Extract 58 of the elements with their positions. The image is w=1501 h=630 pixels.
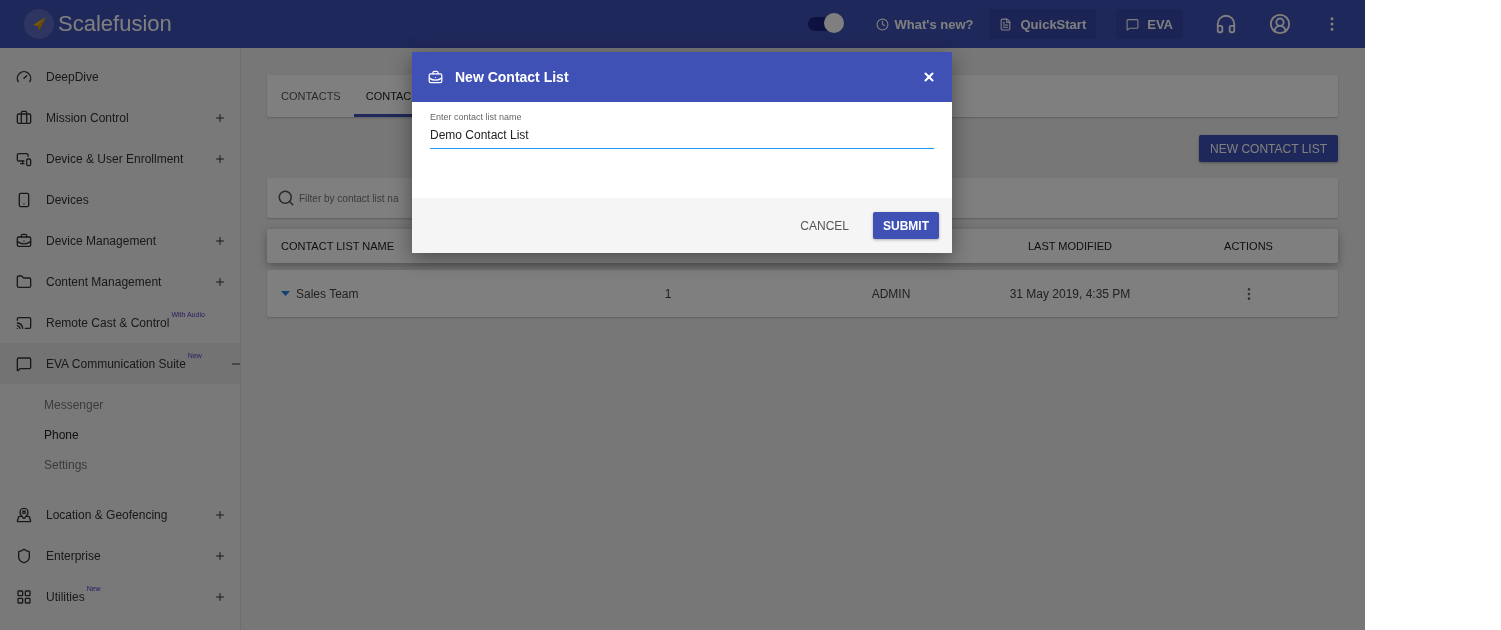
- table-cell-text: 1: [663, 286, 673, 301]
- chat-icon: [1126, 17, 1140, 31]
- submenu-item[interactable]: Messenger: [0, 390, 240, 420]
- brand-name: Scalefusion: [58, 11, 172, 37]
- plus-icon[interactable]: [214, 549, 226, 562]
- plus-icon[interactable]: [214, 152, 226, 165]
- field-label: Enter contact list name: [430, 112, 522, 122]
- plus-icon[interactable]: [214, 234, 226, 247]
- logo-icon: [24, 9, 54, 39]
- caret-icon[interactable]: [281, 291, 290, 296]
- sidebar-item[interactable]: Location & Geofencing: [0, 494, 240, 535]
- submenu-item[interactable]: Settings: [0, 450, 240, 480]
- shield-icon: [16, 547, 32, 564]
- sidebar-item[interactable]: Devices: [0, 179, 240, 220]
- submenu-item[interactable]: Phone: [0, 420, 240, 450]
- quickstart-button[interactable]: QuickStart: [989, 9, 1097, 39]
- column-header: ACTIONS: [1223, 240, 1274, 252]
- headset-icon[interactable]: [1215, 13, 1237, 35]
- submit-button[interactable]: SUBMIT: [873, 212, 939, 239]
- clock-icon: [875, 17, 889, 31]
- account-icon[interactable]: [1269, 13, 1291, 35]
- tab[interactable]: CONTACTS: [267, 75, 354, 117]
- plus-icon[interactable]: [214, 111, 226, 124]
- table-cell-text: 31 May 2019, 4:35 PM: [1008, 286, 1132, 301]
- gauge-icon: [16, 68, 32, 85]
- filter-field[interactable]: Filter by contact list na: [299, 192, 1338, 204]
- sidebar-item[interactable]: DeepDive: [0, 56, 240, 97]
- column-header: LAST MODIFIED: [1026, 240, 1114, 252]
- sidebar-item[interactable]: Device & User Enrollment: [0, 138, 240, 179]
- dialog-title: New Contact List: [455, 69, 570, 85]
- chat-icon: [16, 355, 32, 372]
- name-field[interactable]: Demo Contact List: [430, 128, 934, 149]
- cast-icon: [16, 314, 32, 331]
- map-pin-icon: [16, 506, 32, 523]
- sidebar-item[interactable]: Content Management: [0, 261, 240, 302]
- document-icon: [999, 17, 1013, 31]
- new-contact-list-button[interactable]: NEW CONTACT LIST: [1199, 135, 1338, 162]
- folder-icon: [16, 273, 32, 290]
- close-button[interactable]: [922, 70, 936, 84]
- smartphone-icon: [16, 191, 32, 208]
- eva-button[interactable]: EVA: [1116, 9, 1183, 39]
- sidebar-item[interactable]: Enterprise: [0, 535, 240, 576]
- plus-icon[interactable]: [214, 275, 226, 288]
- search-icon: [277, 189, 295, 207]
- plus-icon[interactable]: [214, 590, 226, 603]
- table-cell-text: ADMIN: [870, 286, 912, 301]
- column-header: CONTACT LIST NAME: [281, 240, 396, 252]
- briefcase-icon: [16, 232, 32, 249]
- briefcase-icon: [16, 109, 32, 126]
- plus-icon[interactable]: [214, 508, 226, 521]
- whats-new-link[interactable]: What's new?: [875, 16, 974, 32]
- sidebar-item[interactable]: Device Management: [0, 220, 240, 261]
- list-name: Sales Team: [296, 286, 359, 301]
- cancel-button[interactable]: CANCEL: [790, 212, 859, 239]
- grid-icon: [16, 588, 32, 605]
- devices-icon: [16, 150, 32, 167]
- sidebar-item[interactable]: Mission Control: [0, 97, 240, 138]
- briefcase-icon: [428, 69, 443, 85]
